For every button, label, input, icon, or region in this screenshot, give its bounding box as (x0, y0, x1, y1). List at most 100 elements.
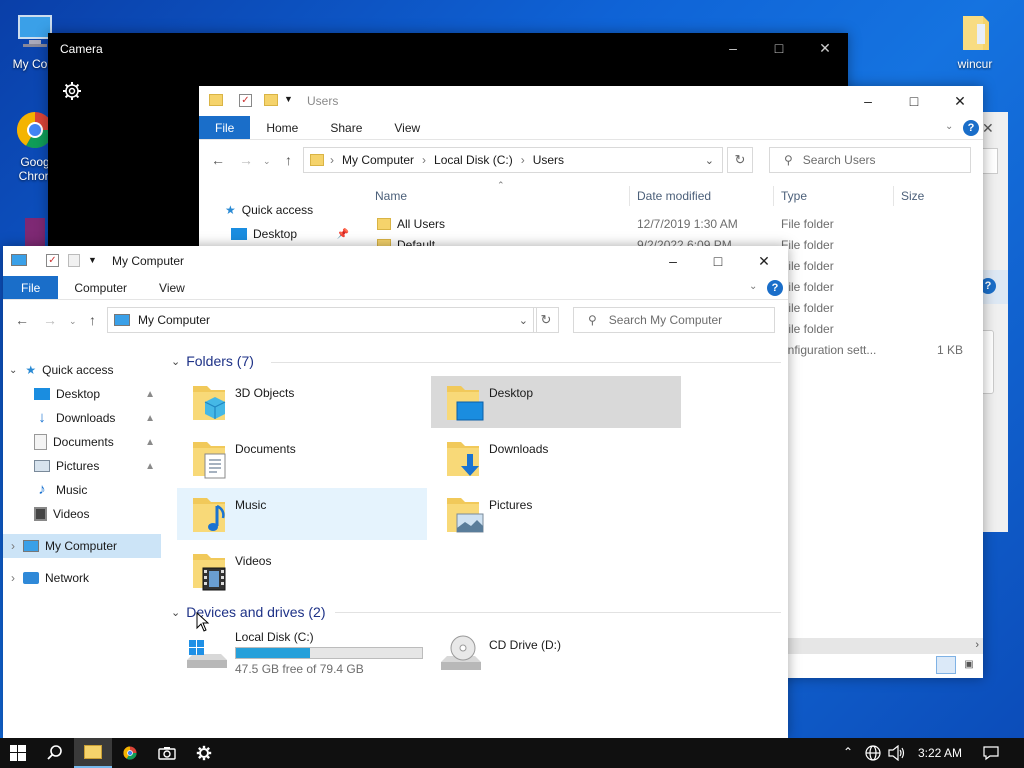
chevron-down-icon[interactable]: ⌄ (945, 121, 953, 132)
address-text[interactable]: My Computer (138, 313, 210, 327)
mycomp-address-bar[interactable]: My Computer ⌄ (107, 307, 537, 333)
nav-network[interactable]: › Network (3, 566, 161, 590)
chevron-down-icon[interactable]: ▼ (88, 255, 97, 265)
chevron-down-icon[interactable]: ⌄ (705, 154, 714, 167)
nav-downloads[interactable]: ↓ Downloads ▲ (3, 406, 161, 430)
close-button[interactable]: ✕ (937, 86, 983, 116)
my-computer-window[interactable]: ✓ ▼ My Computer – □ ✕ File Computer View… (3, 246, 788, 738)
minimize-button[interactable]: – (845, 86, 891, 116)
drive-cd-d[interactable]: CD Drive (D:) (431, 628, 681, 678)
folder-downloads[interactable]: Downloads (431, 432, 681, 484)
minimize-button[interactable]: – (650, 246, 696, 276)
column-type[interactable]: Type (781, 189, 807, 203)
chevron-down-icon[interactable]: ⌄ (519, 314, 528, 327)
search-button[interactable] (36, 738, 74, 768)
chevron-right-icon[interactable]: › (11, 571, 15, 585)
pin-icon[interactable]: 📌 (337, 229, 349, 240)
new-folder-icon[interactable] (264, 94, 278, 106)
nav-documents[interactable]: Documents ▲ (3, 430, 161, 454)
mycomp-search-input[interactable]: ⚲ Search My Computer (573, 307, 775, 333)
chevron-right-icon[interactable]: › (975, 639, 979, 651)
nav-music[interactable]: ♪ Music (3, 478, 161, 502)
back-arrow-icon[interactable]: ← (15, 312, 29, 328)
chevron-expanded-icon[interactable]: ⌄ (171, 355, 180, 368)
help-icon[interactable]: ? (767, 280, 783, 296)
nav-videos[interactable]: Videos (3, 502, 161, 526)
chevron-down-icon[interactable]: ⌄ (69, 316, 77, 327)
nav-pictures[interactable]: Pictures ▲ (3, 454, 161, 478)
users-search-input[interactable]: ⚲ Search Users (769, 147, 971, 173)
taskbar-file-explorer[interactable] (74, 738, 112, 768)
pin-icon[interactable]: ▲ (145, 413, 155, 424)
details-view-icon[interactable] (936, 656, 956, 674)
notification-icon[interactable] (983, 745, 999, 761)
gear-icon[interactable] (62, 81, 82, 101)
folder-music[interactable]: Music (177, 488, 427, 540)
folder-documents[interactable]: Documents (177, 432, 427, 484)
chevron-down-icon[interactable]: ⌄ (263, 156, 271, 167)
tab-view[interactable]: View (143, 276, 201, 299)
blank-page-icon[interactable] (68, 254, 80, 267)
help-icon[interactable]: ? (963, 120, 979, 136)
taskbar-settings[interactable] (186, 738, 222, 768)
breadcrumb-separator-icon[interactable]: › (422, 153, 426, 167)
drive-local-disk-c[interactable]: Local Disk (C:) 47.5 GB free of 79.4 GB (177, 628, 427, 678)
users-titlebar[interactable]: ✓ ▼ Users – □ ✕ (199, 86, 983, 116)
breadcrumb-users[interactable]: Users (533, 153, 564, 167)
nav-desktop[interactable]: Desktop ▲ (3, 382, 161, 406)
tab-file[interactable]: File (199, 116, 251, 139)
maximize-button[interactable]: □ (695, 246, 741, 276)
breadcrumb-local-disk[interactable]: Local Disk (C:) (434, 153, 513, 167)
column-name[interactable]: Name (375, 189, 407, 203)
column-size[interactable]: Size (901, 189, 924, 203)
pin-icon[interactable]: ▲ (145, 461, 155, 472)
chevron-expanded-icon[interactable]: ⌄ (9, 365, 17, 376)
tab-computer[interactable]: Computer (58, 276, 143, 299)
minimize-button[interactable]: – (710, 33, 756, 63)
folder-videos[interactable]: Videos (177, 544, 427, 596)
taskbar-chrome[interactable] (112, 738, 148, 768)
maximize-button[interactable]: □ (891, 86, 937, 116)
mycomp-titlebar[interactable]: ✓ ▼ My Computer – □ ✕ (3, 246, 788, 276)
folder-desktop[interactable]: Desktop (431, 376, 681, 428)
maximize-button[interactable]: □ (756, 33, 802, 63)
close-button[interactable]: ✕ (741, 246, 787, 276)
refresh-button[interactable]: ↻ (533, 307, 559, 333)
chevron-up-icon[interactable]: ⌃ (843, 745, 853, 759)
camera-titlebar[interactable]: Camera – □ ✕ (48, 33, 848, 65)
pin-icon[interactable]: ▲ (145, 437, 155, 448)
tab-file[interactable]: File (3, 276, 59, 299)
forward-arrow-icon[interactable]: → (239, 152, 253, 168)
forward-arrow-icon[interactable]: → (43, 312, 57, 328)
table-row[interactable]: All Users 12/7/2019 1:30 AM File folder (369, 214, 983, 235)
tab-view[interactable]: View (378, 116, 436, 139)
up-arrow-icon[interactable]: ↑ (89, 312, 96, 328)
column-date-modified[interactable]: Date modified (637, 189, 711, 203)
network-globe-icon[interactable] (865, 745, 881, 761)
chevron-down-icon[interactable]: ▼ (284, 94, 293, 104)
large-icons-view-icon[interactable]: ▣ (960, 656, 978, 674)
tab-share[interactable]: Share (314, 116, 378, 139)
start-button[interactable] (0, 738, 36, 768)
folder-3d-objects[interactable]: 3D Objects (177, 376, 427, 428)
chevron-expanded-icon[interactable]: ⌄ (171, 606, 180, 619)
checkbox-icon[interactable]: ✓ (239, 94, 252, 107)
taskbar-camera[interactable] (148, 738, 186, 768)
up-arrow-icon[interactable]: ↑ (285, 152, 292, 168)
nav-my-computer[interactable]: › My Computer (3, 534, 161, 558)
devices-section-header[interactable]: ⌄ Devices and drives (2) (171, 604, 326, 620)
nav-quick-access[interactable]: ⌄ ★ Quick access (3, 358, 161, 382)
folder-pictures[interactable]: Pictures (431, 488, 681, 540)
desktop-icon-wincur[interactable]: wincur (938, 10, 1012, 71)
tab-home[interactable]: Home (250, 116, 314, 139)
breadcrumb-my-computer[interactable]: My Computer (342, 153, 414, 167)
breadcrumb-separator-icon[interactable]: › (330, 153, 334, 167)
breadcrumb-separator-icon[interactable]: › (521, 153, 525, 167)
horizontal-scrollbar[interactable]: › (787, 638, 983, 654)
refresh-button[interactable]: ↻ (727, 147, 753, 173)
folders-section-header[interactable]: ⌄ Folders (7) (171, 353, 254, 369)
volume-icon[interactable] (888, 745, 906, 761)
chevron-down-icon[interactable]: ⌄ (749, 281, 757, 292)
nav-quick-access[interactable]: ★ Quick access (225, 198, 385, 222)
nav-desktop[interactable]: Desktop 📌 (231, 222, 359, 246)
